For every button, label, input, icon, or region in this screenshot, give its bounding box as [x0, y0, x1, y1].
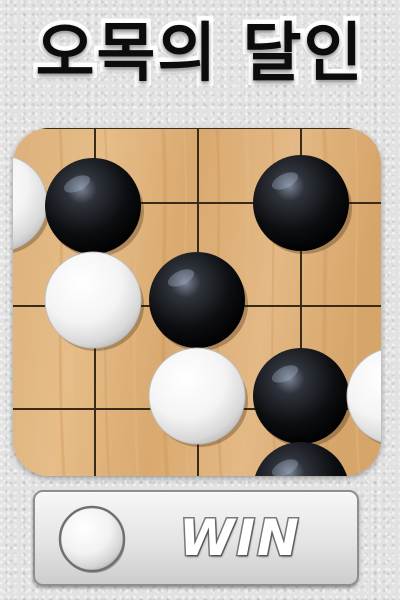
board-canvas[interactable]	[13, 128, 381, 476]
gomoku-board[interactable]	[13, 128, 381, 476]
win-label: WIN	[178, 508, 301, 569]
white-stone-icon	[58, 505, 126, 573]
game-title: 오목의 달인	[31, 13, 367, 96]
win-button[interactable]: WIN	[33, 490, 359, 586]
